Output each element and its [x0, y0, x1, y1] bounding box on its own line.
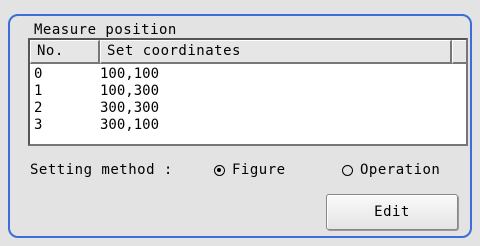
row-number: 3 — [34, 117, 43, 133]
row-number: 2 — [34, 100, 43, 116]
column-header-set-coordinates[interactable]: Set coordinates — [100, 40, 452, 64]
radio-selected-icon — [214, 164, 225, 176]
column-header-filler — [452, 40, 466, 64]
row-coordinates: 300,100 — [100, 117, 160, 133]
row-coordinates: 100,100 — [100, 66, 160, 82]
row-coordinates: 100,300 — [100, 83, 160, 99]
list-rows: 0 100,100 1 100,300 2 300,300 3 300,100 — [30, 64, 466, 134]
column-header-no[interactable]: No. — [30, 40, 100, 64]
radio-operation-label: Operation — [360, 162, 441, 178]
list-header: No. Set coordinates — [30, 40, 466, 64]
radio-unselected-icon — [342, 164, 353, 176]
table-row[interactable]: 0 100,100 — [30, 66, 466, 83]
row-coordinates: 300,300 — [100, 100, 160, 116]
radio-figure-label: Figure — [232, 162, 286, 178]
row-number: 0 — [34, 66, 43, 82]
coordinates-list[interactable]: No. Set coordinates 0 100,100 1 100,300 … — [28, 38, 468, 146]
table-row[interactable]: 3 300,100 — [30, 117, 466, 134]
group-title: Measure position — [30, 21, 181, 39]
radio-operation[interactable]: Operation — [342, 160, 440, 180]
setting-method-label: Setting method : — [30, 162, 173, 178]
table-row[interactable]: 1 100,300 — [30, 83, 466, 100]
edit-button[interactable]: Edit — [326, 194, 458, 230]
setting-method-row: Setting method : Figure Operation — [30, 160, 460, 180]
radio-figure[interactable]: Figure — [214, 160, 286, 180]
table-row[interactable]: 2 300,300 — [30, 100, 466, 117]
row-number: 1 — [34, 83, 43, 99]
